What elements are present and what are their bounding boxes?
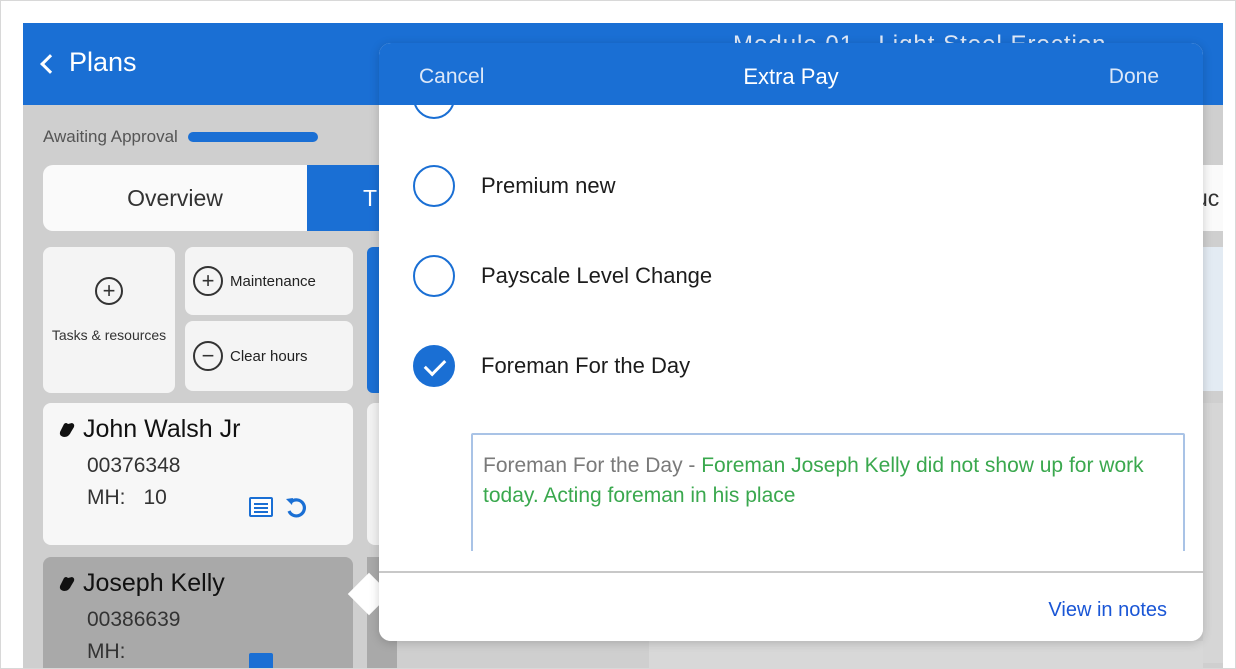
popover-footer: View in notes <box>379 571 1203 641</box>
radio-button[interactable] <box>413 105 455 119</box>
tasks-resources-label: Tasks & resources <box>51 327 167 343</box>
mh-label: MH: <box>87 640 126 663</box>
tasks-resources-button[interactable]: + Tasks & resources <box>43 247 175 393</box>
option-foreman-for-the-day[interactable]: Foreman For the Day <box>413 345 690 387</box>
extra-pay-popover: Cancel Extra Pay Done Premium new Paysca… <box>379 43 1203 641</box>
option-payscale-level-change[interactable]: Payscale Level Change <box>413 255 712 297</box>
popover-title: Extra Pay <box>743 64 839 89</box>
employee-card-selected[interactable]: Joseph Kelly 00386639 MH: <box>43 557 353 668</box>
clear-hours-button[interactable]: − Clear hours <box>185 321 353 391</box>
view-in-notes-link[interactable]: View in notes <box>1048 599 1167 622</box>
radio-button[interactable] <box>413 255 455 297</box>
back-label: Plans <box>69 47 137 77</box>
back-button[interactable]: Plans <box>40 47 137 78</box>
side-panel <box>1203 247 1223 391</box>
clear-hours-label: Clear hours <box>230 347 308 365</box>
extra-pay-note-field[interactable]: Foreman For the Day - Foreman Joseph Kel… <box>471 433 1185 551</box>
employee-name: John Walsh Jr <box>83 415 241 443</box>
screenshot-frame: Plans Module 01 - Light Steel Erection A… <box>0 0 1236 669</box>
checkmark-icon[interactable] <box>413 345 455 387</box>
employee-card[interactable]: John Walsh Jr 00376348 MH: 10 <box>43 403 353 545</box>
employee-id: 00386639 <box>87 608 181 631</box>
done-button[interactable]: Done <box>1109 65 1159 89</box>
employee-name: Joseph Kelly <box>83 569 225 597</box>
notes-icon[interactable] <box>249 653 273 668</box>
chevron-left-icon <box>40 53 60 74</box>
plus-circle-icon: + <box>95 277 123 305</box>
maintenance-label: Maintenance <box>230 272 316 290</box>
approval-status: Awaiting Approval <box>43 127 318 147</box>
mh-value: 10 <box>143 486 167 509</box>
status-label: Awaiting Approval <box>43 127 178 146</box>
app-window: Plans Module 01 - Light Steel Erection A… <box>23 23 1223 668</box>
tab-overview[interactable]: Overview <box>43 165 307 231</box>
status-progress-bar <box>187 132 318 142</box>
note-prefix: Foreman For the Day - <box>483 454 702 477</box>
grid-area <box>649 641 1203 668</box>
option-premium-new[interactable]: Premium new <box>413 165 615 207</box>
option-label: Premium new <box>481 173 616 198</box>
minus-circle-icon: − <box>193 341 223 371</box>
plus-circle-icon: + <box>193 266 223 296</box>
option-item[interactable] <box>413 105 455 119</box>
undo-icon[interactable] <box>283 495 309 521</box>
extra-pay-options: Premium new Payscale Level Change Forema… <box>379 105 1203 551</box>
option-label: Payscale Level Change <box>481 263 713 288</box>
notes-icon[interactable] <box>249 497 273 517</box>
mh-label: MH: <box>87 486 126 509</box>
glove-icon <box>59 422 75 437</box>
maintenance-button[interactable]: + Maintenance <box>185 247 353 315</box>
popover-header: Cancel Extra Pay Done <box>379 43 1203 105</box>
radio-button[interactable] <box>413 165 455 207</box>
side-panel-lower <box>1203 403 1223 663</box>
employee-id: 00376348 <box>87 454 181 477</box>
option-label: Foreman For the Day <box>481 353 691 378</box>
glove-icon <box>59 576 75 591</box>
